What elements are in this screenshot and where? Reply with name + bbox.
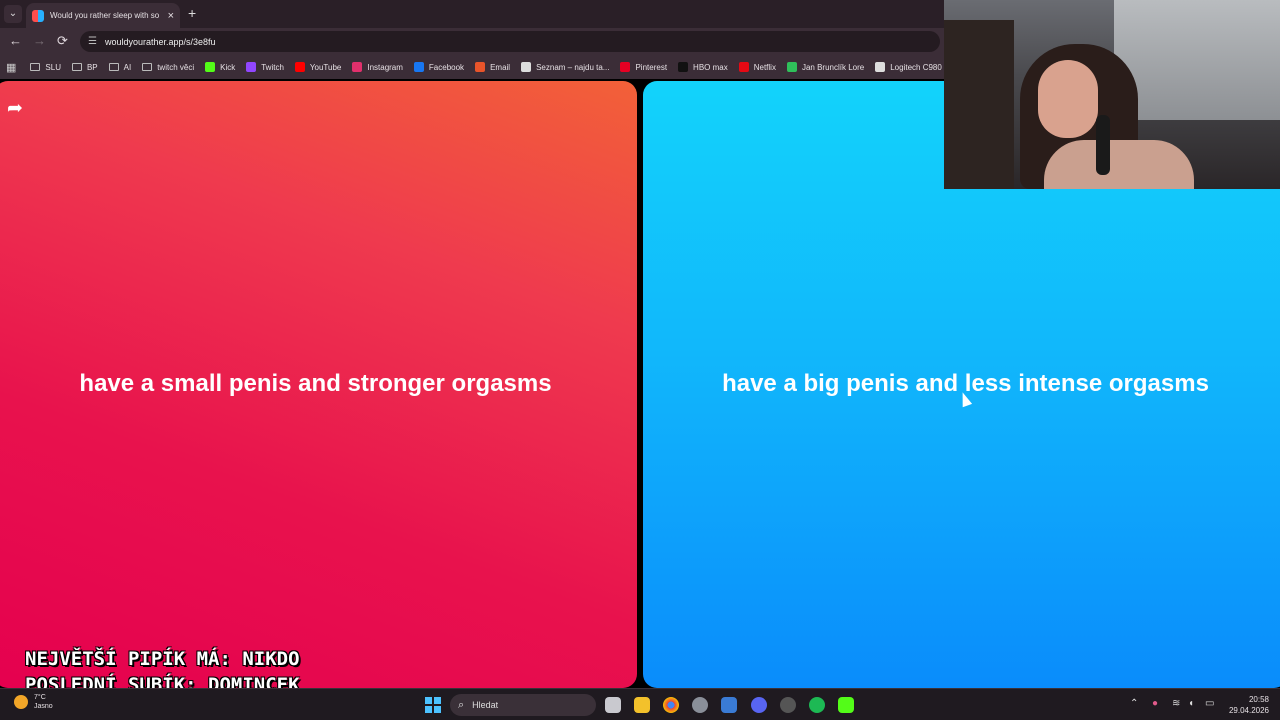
bookmark-label: Email — [490, 62, 511, 72]
youtube-icon — [294, 62, 305, 72]
bookmark-label: HBO max — [693, 62, 728, 72]
option-a-text: have a small penis and stronger orgasms — [79, 369, 552, 397]
clock-time: 20:58 — [1248, 695, 1269, 704]
tab-title: Would you rather sleep with so — [50, 11, 160, 20]
taskbar: 7°C Jasno ⌕ Hledat ⌃ ● ≋ ◖ ▭ 20:58 29.04… — [0, 688, 1280, 720]
kick-app-icon[interactable] — [838, 697, 854, 713]
option-a-card[interactable]: ➦ have a small penis and stronger orgasm… — [0, 81, 637, 688]
bookmark-label: SLU — [45, 62, 61, 72]
bookmark-label: Logitech C980 — [890, 62, 942, 72]
spotify-icon[interactable] — [809, 697, 825, 713]
bookmark-item[interactable]: Pinterest — [620, 62, 667, 72]
bookmark-item[interactable]: Netflix — [738, 62, 776, 72]
volume-icon[interactable]: ◖ — [1188, 698, 1194, 709]
folder-icon — [30, 63, 41, 71]
chrome-icon[interactable] — [663, 697, 679, 713]
hbo-icon — [678, 62, 689, 72]
bookmark-label: Pinterest — [635, 62, 668, 72]
bookmark-label: Kick — [220, 62, 236, 72]
logitech-icon — [875, 62, 886, 72]
task-view-icon[interactable] — [605, 697, 621, 713]
microphone-icon[interactable]: ● — [1152, 698, 1158, 709]
kick-icon — [205, 62, 216, 72]
reload-button[interactable]: ⟳ — [57, 33, 68, 49]
wifi-icon[interactable]: ≋ — [1172, 698, 1180, 709]
clock[interactable]: 20:58 29.04.2026 — [1227, 694, 1269, 716]
search-icon: ⌕ — [458, 698, 465, 711]
facebook-icon — [413, 62, 424, 72]
bookmark-item[interactable]: YouTube — [294, 62, 342, 72]
bookmark-item[interactable]: Seznam – najdu ta... — [521, 62, 609, 72]
bookmark-label: Twitch — [261, 62, 284, 72]
bookmark-item[interactable]: Logitech C980 — [875, 62, 942, 72]
tray-chevron-icon[interactable]: ⌃ — [1130, 698, 1138, 709]
weather-temp: 7°C — [34, 694, 46, 701]
bookmark-item[interactable]: Instagram — [352, 62, 403, 72]
bookmark-item[interactable]: twitch věci — [142, 63, 194, 72]
bookmark-label: Seznam – najdu ta... — [536, 62, 610, 72]
bookmark-label: twitch věci — [157, 62, 195, 72]
share-icon[interactable]: ➦ — [7, 97, 23, 120]
taskbar-search[interactable]: ⌕ Hledat — [450, 694, 596, 716]
url-text: wouldyourather.app/s/3e8fu — [104, 36, 216, 47]
bookmark-item[interactable]: SLU — [30, 63, 61, 72]
weather-widget[interactable]: 7°C Jasno — [14, 693, 53, 711]
webcam-shelf — [944, 20, 1014, 189]
instagram-icon — [352, 62, 363, 72]
back-button[interactable]: ← — [9, 33, 22, 49]
photos-icon[interactable] — [721, 697, 737, 713]
webcam-feed — [944, 0, 1280, 189]
folder-icon — [142, 63, 153, 71]
webcam-person-face — [1038, 60, 1098, 138]
windows-start-icon[interactable] — [425, 697, 441, 713]
search-placeholder: Hledat — [472, 700, 499, 710]
weather-condition: Jasno — [34, 703, 53, 710]
webcam-microphone — [1096, 115, 1110, 175]
tab-active[interactable]: Would you rather sleep with so × — [26, 3, 180, 28]
bookmark-label: Jan Brunclík Lore — [801, 62, 865, 72]
bookmark-label: Facebook — [428, 62, 465, 72]
file-explorer-icon[interactable] — [634, 697, 650, 713]
netflix-icon — [738, 62, 749, 72]
webcam-person-body — [1044, 140, 1194, 189]
bookmark-item[interactable]: Kick — [205, 62, 235, 72]
bookmark-item[interactable]: AI — [108, 62, 132, 72]
tab-close-icon[interactable]: × — [168, 10, 174, 22]
apps-grid-icon[interactable]: ▦ — [6, 61, 16, 74]
bookmark-item[interactable]: Jan Brunclík Lore — [786, 62, 865, 72]
overlay-line-top: NEJVĚTŠÍ PIPÍK MÁ: NIKDO — [25, 648, 300, 670]
obs-icon[interactable] — [780, 697, 796, 713]
twitch-icon — [246, 62, 257, 72]
seznam-icon — [521, 62, 532, 72]
bookmark-label: Netflix — [753, 62, 776, 72]
battery-icon[interactable]: ▭ — [1205, 698, 1214, 709]
bookmark-label: YouTube — [309, 62, 342, 72]
folder-icon — [71, 63, 82, 71]
new-tab-button[interactable]: + — [188, 5, 196, 21]
bookmark-item[interactable]: HBO max — [678, 62, 728, 72]
bookmark-item[interactable]: Twitch — [246, 62, 284, 72]
pinterest-icon — [620, 62, 631, 72]
bookmark-label: BP — [86, 62, 98, 72]
discord-icon[interactable] — [751, 697, 767, 713]
clock-date: 29.04.2026 — [1228, 706, 1269, 715]
bookmark-item[interactable]: BP — [71, 62, 98, 72]
address-bar[interactable]: ☰ wouldyourather.app/s/3e8fu — [80, 31, 940, 52]
bookmark-item[interactable]: Email — [475, 62, 510, 72]
lore-icon — [786, 62, 797, 72]
tab-search-button[interactable]: ⌄ — [4, 5, 22, 23]
folder-icon — [108, 63, 119, 71]
email-icon — [475, 62, 486, 72]
weather-icon — [14, 695, 28, 709]
bookmark-item[interactable]: Facebook — [413, 62, 465, 72]
webcam-window — [1114, 0, 1280, 120]
wyr-favicon-icon — [32, 9, 44, 22]
bookmark-label: Instagram — [367, 62, 403, 72]
settings-icon[interactable] — [692, 697, 708, 713]
bookmark-label: AI — [123, 62, 132, 72]
site-info-icon[interactable]: ☰ — [88, 36, 97, 47]
forward-button[interactable]: → — [33, 33, 46, 49]
